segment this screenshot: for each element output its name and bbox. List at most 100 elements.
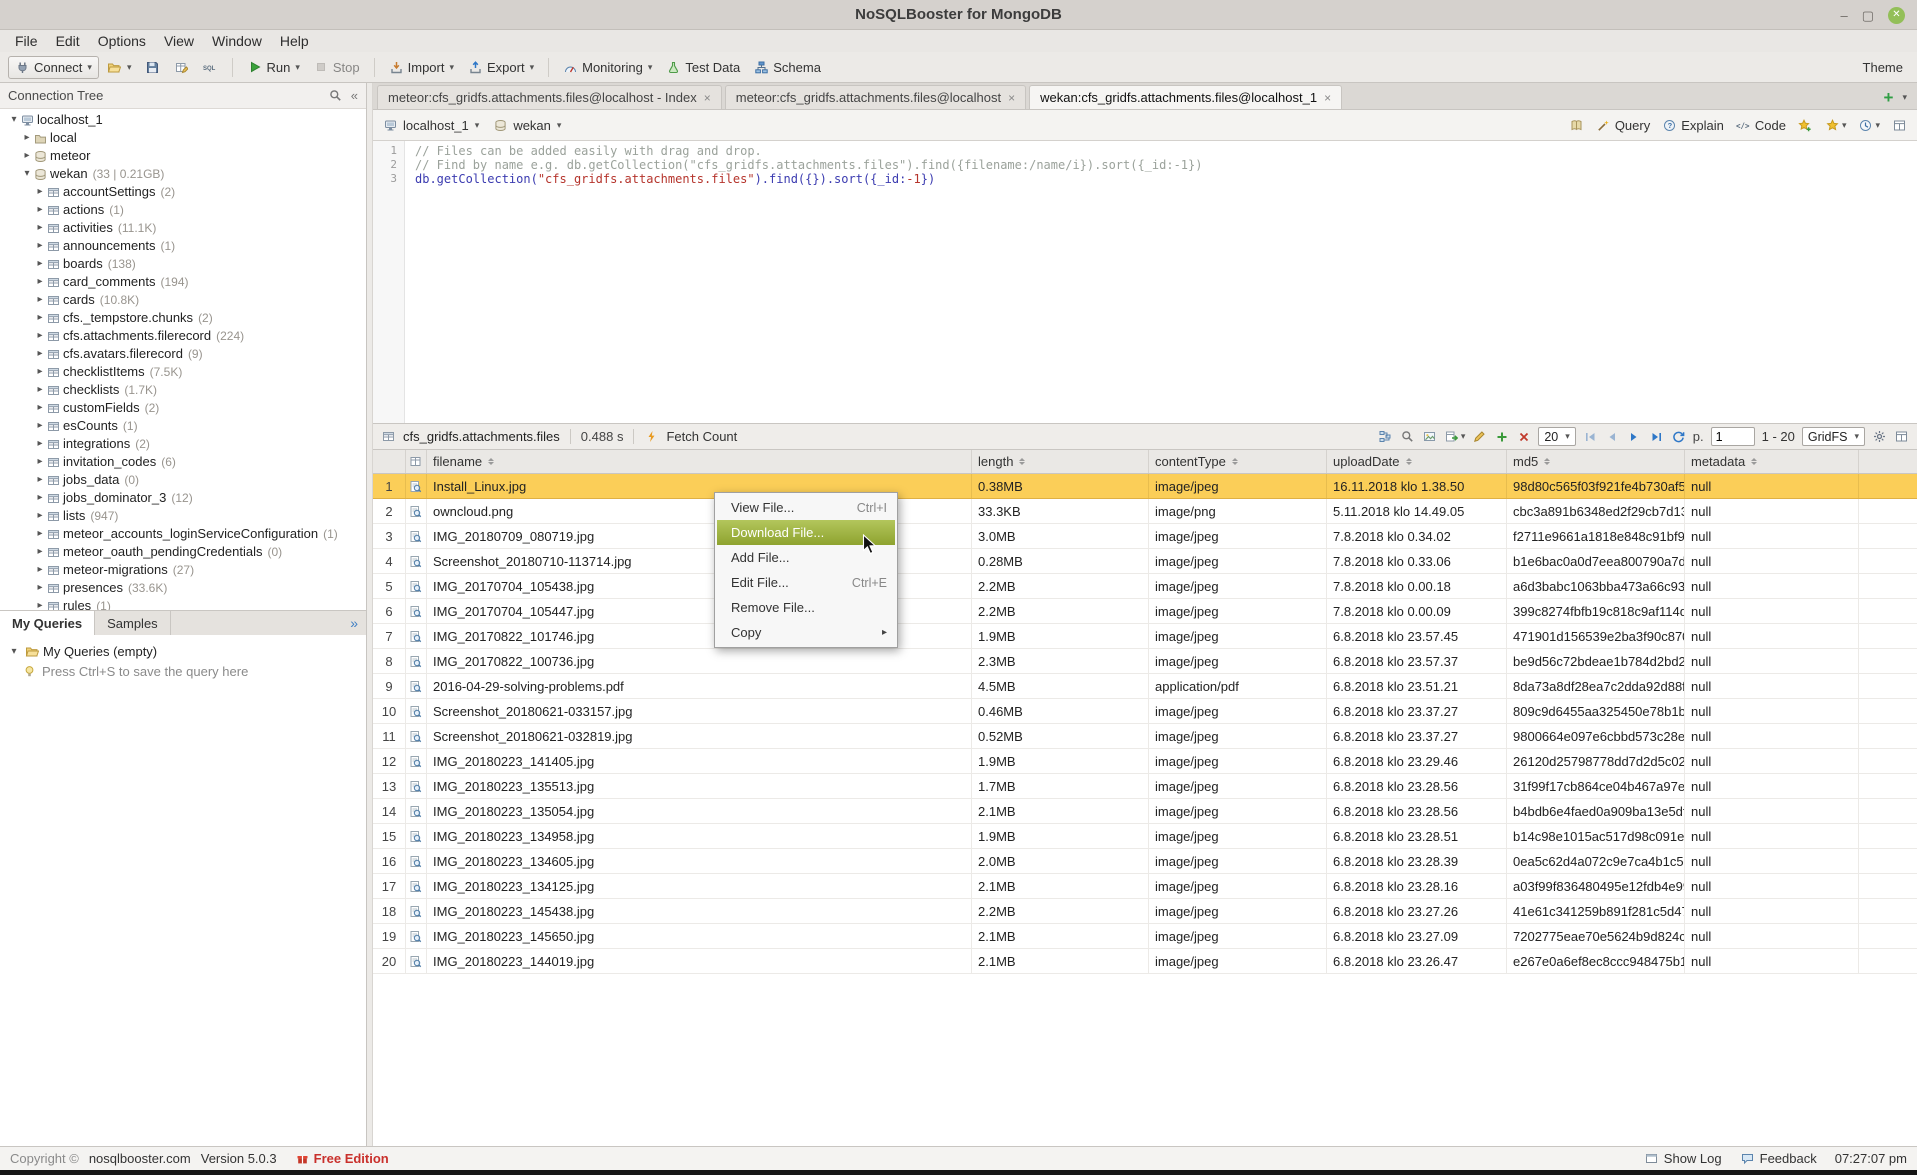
tree-node-checklistitems[interactable]: ▸checklistItems(7.5K) xyxy=(0,363,366,381)
preview-file-icon[interactable] xyxy=(406,899,427,923)
view-mode-select[interactable]: GridFS▾ xyxy=(1802,427,1865,446)
schema-button[interactable]: Schema xyxy=(748,57,827,78)
export-button[interactable]: Export▾ xyxy=(462,57,540,78)
tree-node-activities[interactable]: ▸activities(11.1K) xyxy=(0,219,366,237)
table-row[interactable]: 15IMG_20180223_134958.jpg1.9MBimage/jpeg… xyxy=(373,824,1917,849)
expander-icon[interactable]: ▸ xyxy=(34,327,46,345)
column-header-contenttype[interactable]: contentType xyxy=(1149,450,1327,473)
open-file-button[interactable]: ▾ xyxy=(101,57,138,77)
expander-icon[interactable]: ▾ xyxy=(21,165,33,183)
preview-file-icon[interactable] xyxy=(406,599,427,623)
expander-icon[interactable]: ▸ xyxy=(34,309,46,327)
delete-icon[interactable] xyxy=(1516,430,1531,444)
stop-button[interactable]: Stop xyxy=(308,57,366,78)
tree-node-localhost-1[interactable]: ▾localhost_1 xyxy=(0,111,366,129)
tree-node-meteor[interactable]: ▸meteor xyxy=(0,147,366,165)
column-header-length[interactable]: length xyxy=(972,450,1149,473)
show-log-button[interactable]: Show Log xyxy=(1644,1151,1722,1166)
editor-tab-wekan-cfs-gridfs-attachments-files-local[interactable]: wekan:cfs_gridfs.attachments.files@local… xyxy=(1029,85,1342,109)
split-view-icon[interactable] xyxy=(1892,118,1907,132)
expander-icon[interactable]: ▾ xyxy=(8,646,20,657)
table-row[interactable]: 92016-04-29-solving-problems.pdf4.5MBapp… xyxy=(373,674,1917,699)
minimize-icon[interactable]: – xyxy=(1840,9,1847,22)
last-page-icon[interactable] xyxy=(1649,430,1664,444)
prev-page-icon[interactable] xyxy=(1605,430,1620,444)
tree-node-integrations[interactable]: ▸integrations(2) xyxy=(0,435,366,453)
tree-node-jobs-data[interactable]: ▸jobs_data(0) xyxy=(0,471,366,489)
preview-file-icon[interactable] xyxy=(406,774,427,798)
sidebar-tab-samples[interactable]: Samples xyxy=(95,611,171,635)
table-row[interactable]: 20IMG_20180223_144019.jpg2.1MBimage/jpeg… xyxy=(373,949,1917,974)
sidebar-tabs-more-icon[interactable]: » xyxy=(342,611,366,635)
table-row[interactable]: 14IMG_20180223_135054.jpg2.1MBimage/jpeg… xyxy=(373,799,1917,824)
tree-node-wekan[interactable]: ▾wekan(33 | 0.21GB) xyxy=(0,165,366,183)
expander-icon[interactable]: ▸ xyxy=(34,219,46,237)
tree-node-card-comments[interactable]: ▸card_comments(194) xyxy=(0,273,366,291)
tab-close-icon[interactable]: × xyxy=(1324,91,1331,105)
tree-node-escounts[interactable]: ▸esCounts(1) xyxy=(0,417,366,435)
tree-node-jobs-dominator-3[interactable]: ▸jobs_dominator_3(12) xyxy=(0,489,366,507)
new-tab-button[interactable]: + xyxy=(1884,89,1894,106)
expander-icon[interactable]: ▸ xyxy=(34,381,46,399)
expander-icon[interactable]: ▸ xyxy=(34,363,46,381)
save-button[interactable] xyxy=(139,57,166,77)
search-icon[interactable] xyxy=(328,89,343,103)
preview-file-icon[interactable] xyxy=(406,549,427,573)
find-icon[interactable] xyxy=(1400,430,1415,444)
fetch-count-button[interactable]: Fetch Count xyxy=(666,429,737,444)
favorites-dropdown[interactable]: ▾ xyxy=(1825,118,1847,132)
table-row[interactable]: 6IMG_20170704_105447.jpg2.2MBimage/jpeg7… xyxy=(373,599,1917,624)
expander-icon[interactable]: ▸ xyxy=(34,399,46,417)
column-header-uploaddate[interactable]: uploadDate xyxy=(1327,450,1507,473)
expander-icon[interactable]: ▸ xyxy=(34,543,46,561)
history-dropdown[interactable]: ▾ xyxy=(1858,118,1880,132)
editor-tab-meteor-cfs-gridfs-attachments-files-loca[interactable]: meteor:cfs_gridfs.attachments.files@loca… xyxy=(377,85,722,109)
preview-file-icon[interactable] xyxy=(406,874,427,898)
expander-icon[interactable]: ▸ xyxy=(34,561,46,579)
table-row[interactable]: 4Screenshot_20180710-113714.jpg0.28MBima… xyxy=(373,549,1917,574)
preview-file-icon[interactable] xyxy=(406,624,427,648)
tree-node-boards[interactable]: ▸boards(138) xyxy=(0,255,366,273)
edit-icon[interactable] xyxy=(1472,430,1487,444)
layout-icon[interactable] xyxy=(1894,430,1909,444)
tree-node-actions[interactable]: ▸actions(1) xyxy=(0,201,366,219)
editor-tab-meteor-cfs-gridfs-attachments-files-loca[interactable]: meteor:cfs_gridfs.attachments.files@loca… xyxy=(725,85,1026,109)
preview-file-icon[interactable] xyxy=(406,749,427,773)
code-button[interactable]: </> Code xyxy=(1736,118,1786,133)
expander-icon[interactable]: ▸ xyxy=(34,507,46,525)
table-row[interactable]: 17IMG_20180223_134125.jpg2.1MBimage/jpeg… xyxy=(373,874,1917,899)
preview-file-icon[interactable] xyxy=(406,649,427,673)
table-row[interactable]: 7IMG_20170822_101746.jpg1.9MBimage/jpeg6… xyxy=(373,624,1917,649)
tree-node-customfields[interactable]: ▸customFields(2) xyxy=(0,399,366,417)
table-row[interactable]: 8IMG_20170822_100736.jpg2.3MBimage/jpeg6… xyxy=(373,649,1917,674)
preview-file-icon[interactable] xyxy=(406,699,427,723)
preview-file-icon[interactable] xyxy=(406,474,427,498)
add-icon[interactable] xyxy=(1494,430,1509,444)
snippets-icon[interactable] xyxy=(1569,118,1584,132)
column-header-md5[interactable]: md5 xyxy=(1507,450,1685,473)
code-editor[interactable]: 1// Files can be added easily with drag … xyxy=(373,141,1917,423)
preview-icon[interactable] xyxy=(1422,430,1437,444)
table-row[interactable]: 13IMG_20180223_135513.jpg1.7MBimage/jpeg… xyxy=(373,774,1917,799)
expander-icon[interactable]: ▸ xyxy=(34,201,46,219)
preview-file-icon[interactable] xyxy=(406,849,427,873)
maximize-icon[interactable]: ▢ xyxy=(1862,9,1874,22)
menu-window[interactable]: Window xyxy=(203,33,271,49)
tab-close-icon[interactable]: × xyxy=(1008,91,1015,105)
add-favorite-icon[interactable] xyxy=(1798,118,1813,132)
collapse-sidebar-icon[interactable]: « xyxy=(351,88,358,103)
expander-icon[interactable]: ▸ xyxy=(34,471,46,489)
tree-node-meteor-oauth-pendingcredentials[interactable]: ▸meteor_oauth_pendingCredentials(0) xyxy=(0,543,366,561)
run-button[interactable]: Run▾ xyxy=(241,57,305,78)
tree-node-invitation-codes[interactable]: ▸invitation_codes(6) xyxy=(0,453,366,471)
my-queries-folder[interactable]: ▾ My Queries (empty) xyxy=(8,641,358,661)
preview-file-icon[interactable] xyxy=(406,924,427,948)
preview-file-icon[interactable] xyxy=(406,574,427,598)
refresh-icon[interactable] xyxy=(1671,430,1686,444)
menu-file[interactable]: File xyxy=(6,33,47,49)
expander-icon[interactable]: ▸ xyxy=(21,147,33,165)
expander-icon[interactable]: ▸ xyxy=(34,579,46,597)
aggregate-icon[interactable] xyxy=(1378,430,1393,444)
query-editor-button[interactable] xyxy=(168,57,195,77)
expander-icon[interactable]: ▸ xyxy=(34,453,46,471)
